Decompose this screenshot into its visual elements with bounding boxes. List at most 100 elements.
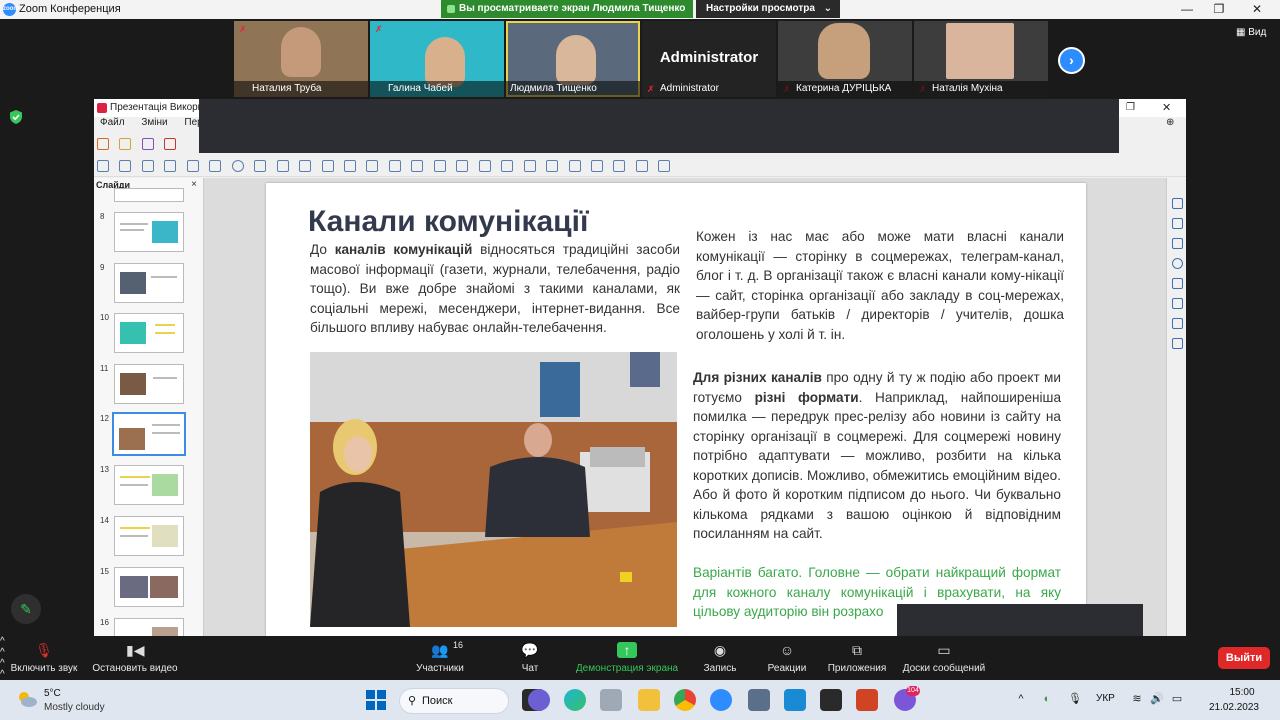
- teamviewer-icon[interactable]: [784, 689, 806, 711]
- tray-app-icon[interactable]: ◐: [1040, 692, 1054, 706]
- keyboard-language[interactable]: УКР: [1096, 693, 1115, 704]
- filter-icon[interactable]: [613, 160, 626, 172]
- arrow-icon[interactable]: [254, 160, 267, 172]
- connector-icon[interactable]: [299, 160, 312, 172]
- stop-video-button[interactable]: ▮◀ Остановить видео: [90, 636, 180, 680]
- clock-time[interactable]: 15:00: [1222, 687, 1262, 698]
- participant-tile[interactable]: ✗ Наталія Мухіна: [914, 21, 1048, 97]
- properties-icon[interactable]: [1172, 198, 1183, 209]
- block-arrows-icon[interactable]: [366, 160, 379, 172]
- weather-cloud-icon[interactable]: [16, 690, 38, 708]
- taskbar-search[interactable]: ⚲ Поиск: [399, 688, 509, 714]
- share-screen-button[interactable]: ↑ Демонстрация экрана: [572, 636, 682, 680]
- chat-button[interactable]: 💬 Чат: [510, 636, 550, 680]
- callouts-icon[interactable]: [411, 160, 424, 172]
- gallery-icon[interactable]: [1172, 238, 1183, 249]
- crop-icon[interactable]: [590, 160, 603, 172]
- rotate-icon[interactable]: [478, 160, 491, 172]
- shapes-icon[interactable]: [1172, 278, 1183, 289]
- basic-shapes-icon[interactable]: [321, 160, 334, 172]
- points-icon[interactable]: [635, 160, 648, 172]
- shadow-icon[interactable]: [568, 160, 581, 172]
- arrange-icon[interactable]: [523, 160, 536, 172]
- slide-thumbnail[interactable]: [114, 313, 184, 353]
- stars-icon[interactable]: [433, 160, 446, 172]
- glue-icon[interactable]: [658, 160, 671, 172]
- styles-icon[interactable]: [1172, 218, 1183, 229]
- slide-thumbnail[interactable]: [114, 364, 184, 404]
- select-icon[interactable]: [97, 160, 109, 172]
- microsoft-store-icon[interactable]: [600, 689, 622, 711]
- maximize-icon[interactable]: ❐: [1201, 0, 1237, 19]
- unmute-button[interactable]: 🎙 Включить звук: [6, 636, 82, 680]
- curve-icon[interactable]: [276, 160, 289, 172]
- annotate-button[interactable]: ✎: [11, 594, 41, 624]
- next-page-button[interactable]: ›: [1058, 47, 1085, 74]
- word-app-icon[interactable]: [820, 689, 842, 711]
- presentation-app-icon[interactable]: [748, 689, 770, 711]
- save-icon[interactable]: [141, 138, 154, 150]
- record-button[interactable]: ◉ Запись: [700, 636, 740, 680]
- slide-thumbnail[interactable]: [114, 188, 184, 202]
- participant-tile[interactable]: ✗ Галина Чабей: [370, 21, 504, 97]
- ellipse-icon[interactable]: [231, 160, 244, 172]
- clock-date[interactable]: 21.02.2023: [1199, 702, 1259, 713]
- rectangle-icon[interactable]: [209, 160, 222, 172]
- view-button[interactable]: ▦ Вид: [1236, 27, 1266, 38]
- symbol-shapes-icon[interactable]: [343, 160, 356, 172]
- reactions-button[interactable]: ☺ Реакции: [762, 636, 812, 680]
- restore-icon[interactable]: ❐: [1126, 99, 1135, 117]
- slide-thumbnail[interactable]: [114, 212, 184, 252]
- powerpoint-icon[interactable]: [856, 689, 878, 711]
- distribute-icon[interactable]: [546, 160, 559, 172]
- line-color-icon[interactable]: [141, 160, 154, 172]
- globe-icon[interactable]: ⊕: [1166, 117, 1174, 128]
- menu-file[interactable]: Файл: [100, 117, 125, 128]
- participant-tile[interactable]: ✗ Катерина ДУРІЦЬКА: [778, 21, 912, 97]
- slide-thumbnail[interactable]: [114, 567, 184, 607]
- slide-transition-icon[interactable]: [1172, 298, 1183, 309]
- open-icon[interactable]: [119, 138, 132, 150]
- new-icon[interactable]: [97, 138, 109, 150]
- view-options-dropdown[interactable]: Настройки просмотра ⌄: [696, 0, 840, 18]
- fill-color-icon[interactable]: [164, 160, 177, 172]
- animation-icon[interactable]: [1172, 318, 1183, 329]
- file-explorer-icon[interactable]: [638, 689, 660, 711]
- master-slides-icon[interactable]: [1172, 338, 1183, 349]
- participant-tile[interactable]: Administrator ✗ Administrator: [642, 21, 776, 97]
- minimize-icon[interactable]: —: [1169, 0, 1205, 19]
- edge-icon[interactable]: [564, 689, 586, 711]
- 3d-objects-icon[interactable]: [456, 160, 469, 172]
- align-icon[interactable]: [501, 160, 514, 172]
- show-hidden-icons-chevron-icon[interactable]: ^: [1014, 692, 1028, 706]
- whiteboards-button[interactable]: ▭ Доски сообщений: [898, 636, 990, 680]
- shield-icon: [10, 110, 22, 124]
- teams-chat-icon[interactable]: [528, 689, 550, 711]
- slide-thumbnail[interactable]: [114, 618, 184, 636]
- leave-button[interactable]: Выйти: [1218, 647, 1270, 669]
- participant-tile-active[interactable]: Людмила Тищенко: [506, 21, 640, 97]
- slide-thumbnail-selected[interactable]: [112, 412, 186, 456]
- wifi-icon[interactable]: ≋: [1130, 692, 1144, 706]
- slide-thumbnail[interactable]: [114, 263, 184, 303]
- navigator-icon[interactable]: [1172, 258, 1183, 269]
- apps-button[interactable]: ⧉ Приложения: [824, 636, 890, 680]
- slide-thumbnail[interactable]: [114, 465, 184, 505]
- slide-thumbnail[interactable]: [114, 516, 184, 556]
- close-icon[interactable]: ✕: [1162, 99, 1171, 117]
- volume-icon[interactable]: 🔊: [1150, 692, 1164, 706]
- microphone-icon[interactable]: 🎙: [1068, 692, 1082, 706]
- zoom-icon[interactable]: [119, 160, 132, 172]
- zoom-taskbar-icon[interactable]: [710, 689, 732, 711]
- line-icon[interactable]: [186, 160, 199, 172]
- chrome-icon[interactable]: [674, 689, 696, 711]
- start-button[interactable]: [366, 690, 386, 710]
- close-panel-icon[interactable]: ×: [191, 179, 197, 190]
- flowchart-icon[interactable]: [388, 160, 401, 172]
- close-icon[interactable]: ✕: [1239, 0, 1275, 19]
- export-pdf-icon[interactable]: [164, 138, 177, 150]
- participant-tile[interactable]: ✗ Наталия Труба: [234, 21, 368, 97]
- battery-icon[interactable]: ▭: [1170, 692, 1184, 706]
- participants-button[interactable]: 👥 16 Участники: [410, 636, 470, 680]
- menu-edit[interactable]: Зміни: [141, 117, 167, 128]
